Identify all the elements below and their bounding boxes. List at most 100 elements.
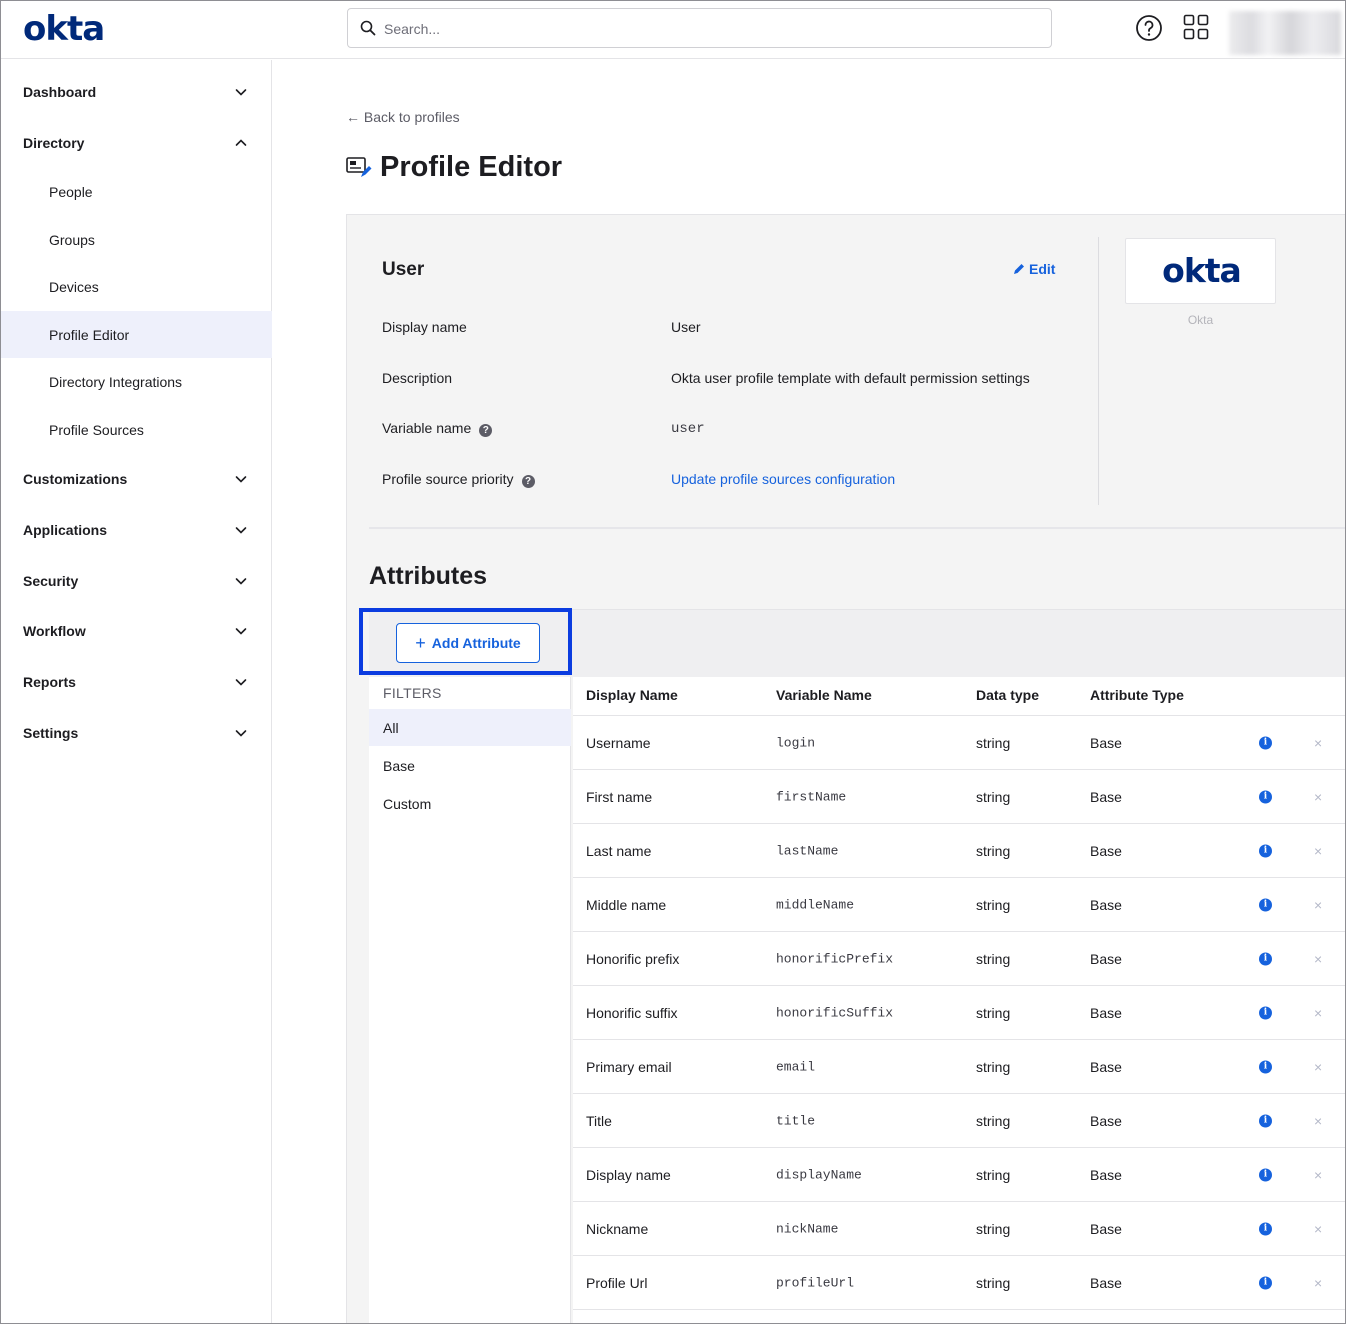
table-row[interactable]: Profile Url profileUrl string Base i × — [573, 1256, 1345, 1310]
pencil-icon — [1014, 264, 1024, 274]
delete-icon[interactable]: × — [1314, 951, 1322, 967]
delete-icon[interactable]: × — [1314, 1113, 1322, 1129]
info-icon[interactable]: i — [1259, 736, 1272, 749]
prop-value-description: Okta user profile template with default … — [671, 370, 1030, 386]
search-box[interactable] — [347, 8, 1052, 48]
attributes-table: Display Name Variable Name Data type Att… — [573, 677, 1345, 1323]
table-row[interactable]: Display name displayName string Base i × — [573, 1148, 1345, 1202]
delete-icon[interactable]: × — [1314, 735, 1322, 751]
filter-label: All — [383, 719, 399, 736]
info-icon[interactable]: i — [1259, 844, 1272, 857]
delete-icon[interactable]: × — [1314, 789, 1322, 805]
cell-attribute-type: Base — [1090, 788, 1122, 805]
sidebar-item-groups[interactable]: Groups — [1, 216, 272, 263]
sidebar-item-customizations[interactable]: Customizations — [1, 454, 272, 504]
table-row[interactable]: First name firstName string Base i × — [573, 770, 1345, 824]
sidebar-item-devices[interactable]: Devices — [1, 263, 272, 310]
info-icon[interactable]: i — [1259, 1276, 1272, 1289]
info-icon[interactable]: i — [1259, 1114, 1272, 1127]
app-grid-icon[interactable] — [1183, 14, 1209, 40]
cell-data-type: string — [976, 896, 1011, 913]
sidebar-item-label: People — [49, 183, 93, 200]
question-circle-icon[interactable] — [1135, 14, 1163, 42]
prop-label-profile-source-priority: Profile source priority? — [382, 471, 535, 488]
app-logo-card: okta — [1125, 238, 1276, 304]
delete-icon[interactable]: × — [1314, 897, 1322, 913]
user-menu[interactable] — [1229, 11, 1341, 55]
sidebar-item-directory[interactable]: Directory — [1, 118, 272, 168]
table-row[interactable]: Honorific prefix honorificPrefix string Bas… — [573, 932, 1345, 986]
filter-label: Custom — [383, 795, 432, 812]
sidebar-item-profile-editor[interactable]: Profile Editor — [1, 311, 272, 358]
info-icon[interactable]: i — [1259, 1168, 1272, 1181]
delete-icon[interactable]: × — [1314, 1059, 1322, 1075]
cell-display-name: Username — [586, 734, 651, 751]
delete-icon[interactable]: × — [1314, 1221, 1322, 1237]
cell-attribute-type: Base — [1090, 1220, 1122, 1237]
filter-custom[interactable]: Custom — [369, 785, 571, 822]
sidebar-item-workflow[interactable]: Workflow — [1, 606, 272, 656]
okta-app-logo: okta — [1162, 251, 1242, 290]
help-circle-icon[interactable]: ? — [521, 475, 535, 488]
cell-data-type: string — [976, 950, 1011, 967]
info-icon[interactable]: i — [1259, 1060, 1272, 1073]
chevron-down-icon — [235, 527, 247, 534]
column-header-attribute-type: Attribute Type — [1090, 687, 1184, 703]
table-row[interactable]: Middle name middleName string Base i × — [573, 878, 1345, 932]
edit-label: Edit — [1029, 261, 1056, 277]
sidebar-item-label: Groups — [49, 231, 95, 248]
cell-data-type: string — [976, 1112, 1011, 1129]
delete-icon[interactable]: × — [1314, 1167, 1322, 1183]
app-logo-caption: Okta — [1187, 313, 1214, 327]
delete-icon[interactable]: × — [1314, 1275, 1322, 1291]
table-row[interactable]: Honorific suffix honorificSuffix string Bas… — [573, 986, 1345, 1040]
table-row[interactable]: Primary email email string Base i × — [573, 1040, 1345, 1094]
sidebar-item-label: Settings — [23, 725, 79, 741]
table-row[interactable]: Title title string Base i × — [573, 1094, 1345, 1148]
cell-data-type: string — [976, 1166, 1011, 1183]
cell-attribute-type: Base — [1090, 896, 1122, 913]
delete-icon[interactable]: × — [1314, 1005, 1322, 1021]
cell-data-type: string — [976, 734, 1011, 751]
info-icon[interactable]: i — [1259, 1222, 1272, 1235]
prop-label-variable-name: Variable name? — [382, 420, 493, 437]
delete-icon[interactable]: × — [1314, 843, 1322, 859]
back-to-profiles-link[interactable]: ← Back to profiles — [346, 109, 460, 125]
cell-variable-name: honorificPrefix — [776, 951, 894, 966]
filters-heading: FILTERS — [383, 685, 442, 701]
okta-logo[interactable]: okta — [23, 9, 105, 49]
info-icon[interactable]: i — [1259, 1006, 1272, 1019]
sidebar-item-label: Workflow — [23, 623, 86, 639]
update-profile-sources-link[interactable]: Update profile sources configuration — [671, 471, 895, 487]
sidebar-item-dashboard[interactable]: Dashboard — [1, 67, 272, 117]
chevron-down-icon — [235, 679, 247, 686]
search-input[interactable] — [384, 18, 984, 40]
sidebar-item-directory-integrations[interactable]: Directory Integrations — [1, 358, 272, 405]
filter-base[interactable]: Base — [369, 747, 571, 784]
sidebar-item-profile-sources[interactable]: Profile Sources — [1, 406, 272, 453]
help-circle-icon[interactable]: ? — [479, 424, 493, 437]
chevron-down-icon — [235, 89, 247, 96]
sidebar-item-people[interactable]: People — [1, 168, 272, 215]
edit-button[interactable]: Edit — [1013, 261, 1055, 277]
filter-all[interactable]: All — [369, 709, 571, 746]
sidebar-item-applications[interactable]: Applications — [1, 505, 272, 555]
cell-display-name: Profile Url — [586, 1274, 648, 1291]
profile-editor-icon — [346, 157, 372, 177]
info-icon[interactable]: i — [1259, 898, 1272, 911]
sidebar-item-label: Profile Editor — [49, 326, 130, 343]
table-row[interactable]: Username login string Base i × — [573, 716, 1345, 770]
info-icon[interactable]: i — [1259, 790, 1272, 803]
cell-display-name: Honorific prefix — [586, 950, 680, 967]
table-row[interactable]: Last name lastName string Base i × — [573, 824, 1345, 878]
sidebar-item-security[interactable]: Security — [1, 556, 272, 606]
cell-data-type: string — [976, 842, 1011, 859]
info-icon[interactable]: i — [1259, 952, 1272, 965]
sidebar-item-reports[interactable]: Reports — [1, 657, 272, 707]
cell-attribute-type: Base — [1090, 1274, 1122, 1291]
cell-display-name: Display name — [586, 1166, 671, 1183]
sidebar-item-label: Devices — [49, 278, 99, 295]
cell-variable-name: email — [776, 1059, 816, 1074]
sidebar-item-settings[interactable]: Settings — [1, 708, 272, 758]
table-row[interactable]: Nickname nickName string Base i × — [573, 1202, 1345, 1256]
